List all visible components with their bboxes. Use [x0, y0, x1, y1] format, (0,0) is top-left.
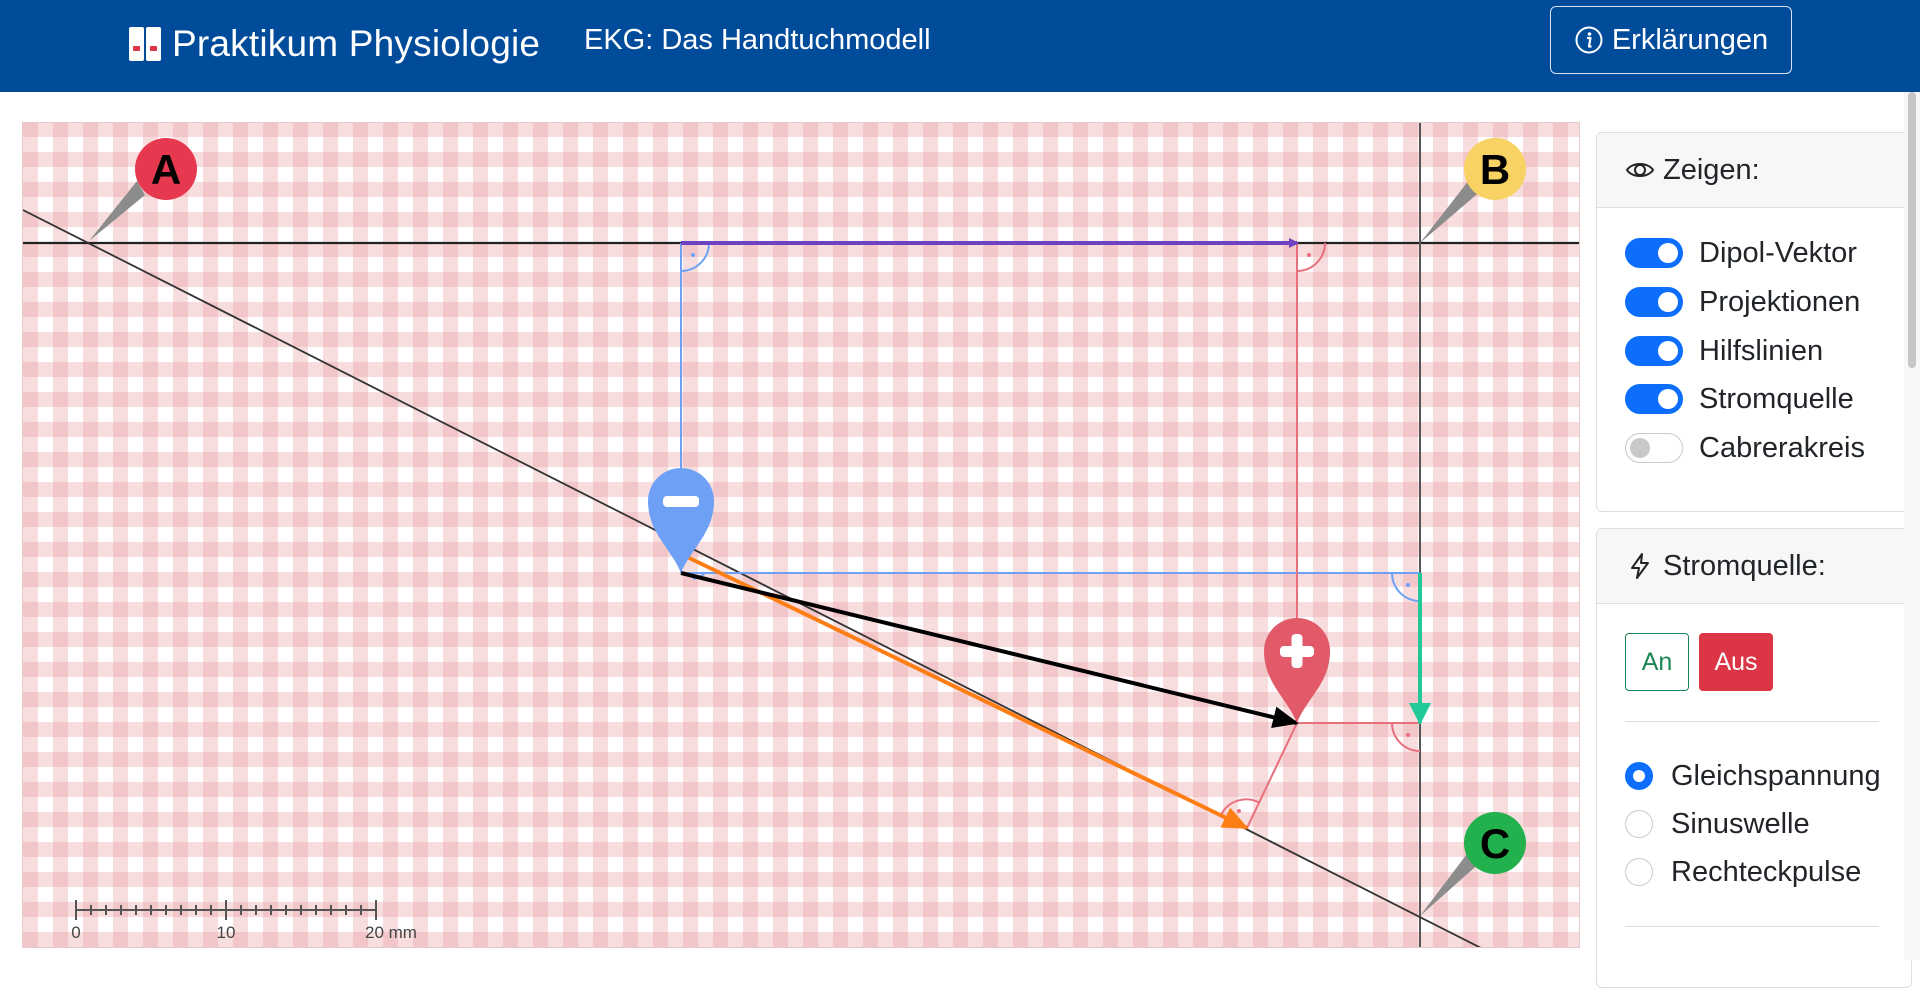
radio-label: Rechteckpulse: [1671, 855, 1862, 888]
info-icon: [1575, 26, 1603, 54]
minus-icon: [663, 496, 699, 507]
marker-a-label: A: [151, 146, 181, 193]
toggle-label: Dipol-Vektor: [1699, 236, 1857, 269]
divider: [1625, 926, 1879, 927]
brand[interactable]: Praktikum Physiologie: [126, 14, 540, 74]
page-scrollbar[interactable]: [1904, 92, 1920, 960]
helper-lines-negative: [680, 242, 1421, 602]
lead-line-ac: [23, 209, 1482, 947]
lightning-icon: [1631, 553, 1649, 579]
marker-b-label: B: [1480, 146, 1510, 193]
source-off-button[interactable]: Aus: [1699, 633, 1773, 691]
cabrera-circle-switch[interactable]: [1625, 433, 1683, 463]
toggle-helper-lines[interactable]: Hilfslinien: [1625, 331, 1823, 371]
scale-label-0: 0: [71, 923, 80, 942]
dipole-vector-arrow: [680, 571, 1299, 729]
toggle-label: Cabrerakreis: [1699, 431, 1865, 464]
waveform-dc-radio[interactable]: [1625, 762, 1653, 790]
scrollbar-thumb[interactable]: [1908, 92, 1916, 368]
marker-c-label: C: [1480, 820, 1510, 867]
toggle-current-source[interactable]: Stromquelle: [1625, 379, 1854, 419]
current-source-header: Stromquelle:: [1597, 529, 1911, 604]
show-options-header: Zeigen:: [1597, 133, 1911, 208]
toggle-projections[interactable]: Projektionen: [1625, 282, 1860, 322]
divider: [1625, 721, 1879, 722]
dipole-vector-switch[interactable]: [1625, 238, 1683, 268]
waveform-square[interactable]: Rechteckpulse: [1625, 852, 1861, 892]
toggle-cabrera-circle[interactable]: Cabrerakreis: [1625, 428, 1865, 468]
waveform-square-radio[interactable]: [1625, 858, 1653, 886]
test-tubes-icon: [126, 25, 164, 63]
toggle-label: Projektionen: [1699, 285, 1861, 318]
toggle-dipole-vector[interactable]: Dipol-Vektor: [1625, 233, 1857, 273]
toggle-label: Hilfslinien: [1699, 334, 1824, 367]
page-subtitle: EKG: Das Handtuchmodell: [584, 24, 931, 56]
electrode-marker-b[interactable]: B: [1420, 138, 1526, 243]
waveform-sine[interactable]: Sinuswelle: [1625, 804, 1810, 844]
electrode-marker-a[interactable]: A: [89, 138, 197, 241]
towel-model-canvas[interactable]: A B C 0 10 20 mm: [22, 122, 1580, 948]
top-navbar: Praktikum Physiologie EKG: Das Handtuchm…: [0, 0, 1920, 92]
source-on-button[interactable]: An: [1625, 633, 1689, 691]
current-source-card: Stromquelle: An Aus Gleichspannung Sinus…: [1596, 528, 1912, 988]
current-source-switch[interactable]: [1625, 384, 1683, 414]
electrode-marker-c[interactable]: C: [1420, 812, 1526, 916]
show-options-card: Zeigen: Dipol-Vektor Projektionen Hilfsl…: [1596, 132, 1912, 512]
scale-label-10: 10: [217, 923, 236, 942]
waveform-dc[interactable]: Gleichspannung: [1625, 756, 1881, 796]
show-options-title: Zeigen:: [1663, 153, 1760, 186]
radio-label: Sinuswelle: [1671, 807, 1810, 840]
helper-lines-switch[interactable]: [1625, 336, 1683, 366]
scale-bar: [75, 900, 377, 920]
radio-label: Gleichspannung: [1671, 759, 1881, 792]
negative-pole-pin[interactable]: [648, 468, 714, 573]
explanations-label: Erklärungen: [1611, 23, 1769, 56]
positive-pole-pin[interactable]: [1264, 618, 1330, 723]
ekg-diagram: A B C 0 10 20 mm: [23, 123, 1579, 947]
explanations-button[interactable]: Erklärungen: [1550, 6, 1792, 74]
current-source-title: Stromquelle:: [1663, 549, 1826, 582]
scale-label-20: 20 mm: [365, 923, 417, 942]
waveform-sine-radio[interactable]: [1625, 810, 1653, 838]
brand-title: Praktikum Physiologie: [172, 23, 541, 64]
helper-lines-positive: [1220, 242, 1421, 829]
eye-icon: [1625, 163, 1655, 177]
projections-switch[interactable]: [1625, 287, 1683, 317]
toggle-label: Stromquelle: [1699, 382, 1854, 415]
